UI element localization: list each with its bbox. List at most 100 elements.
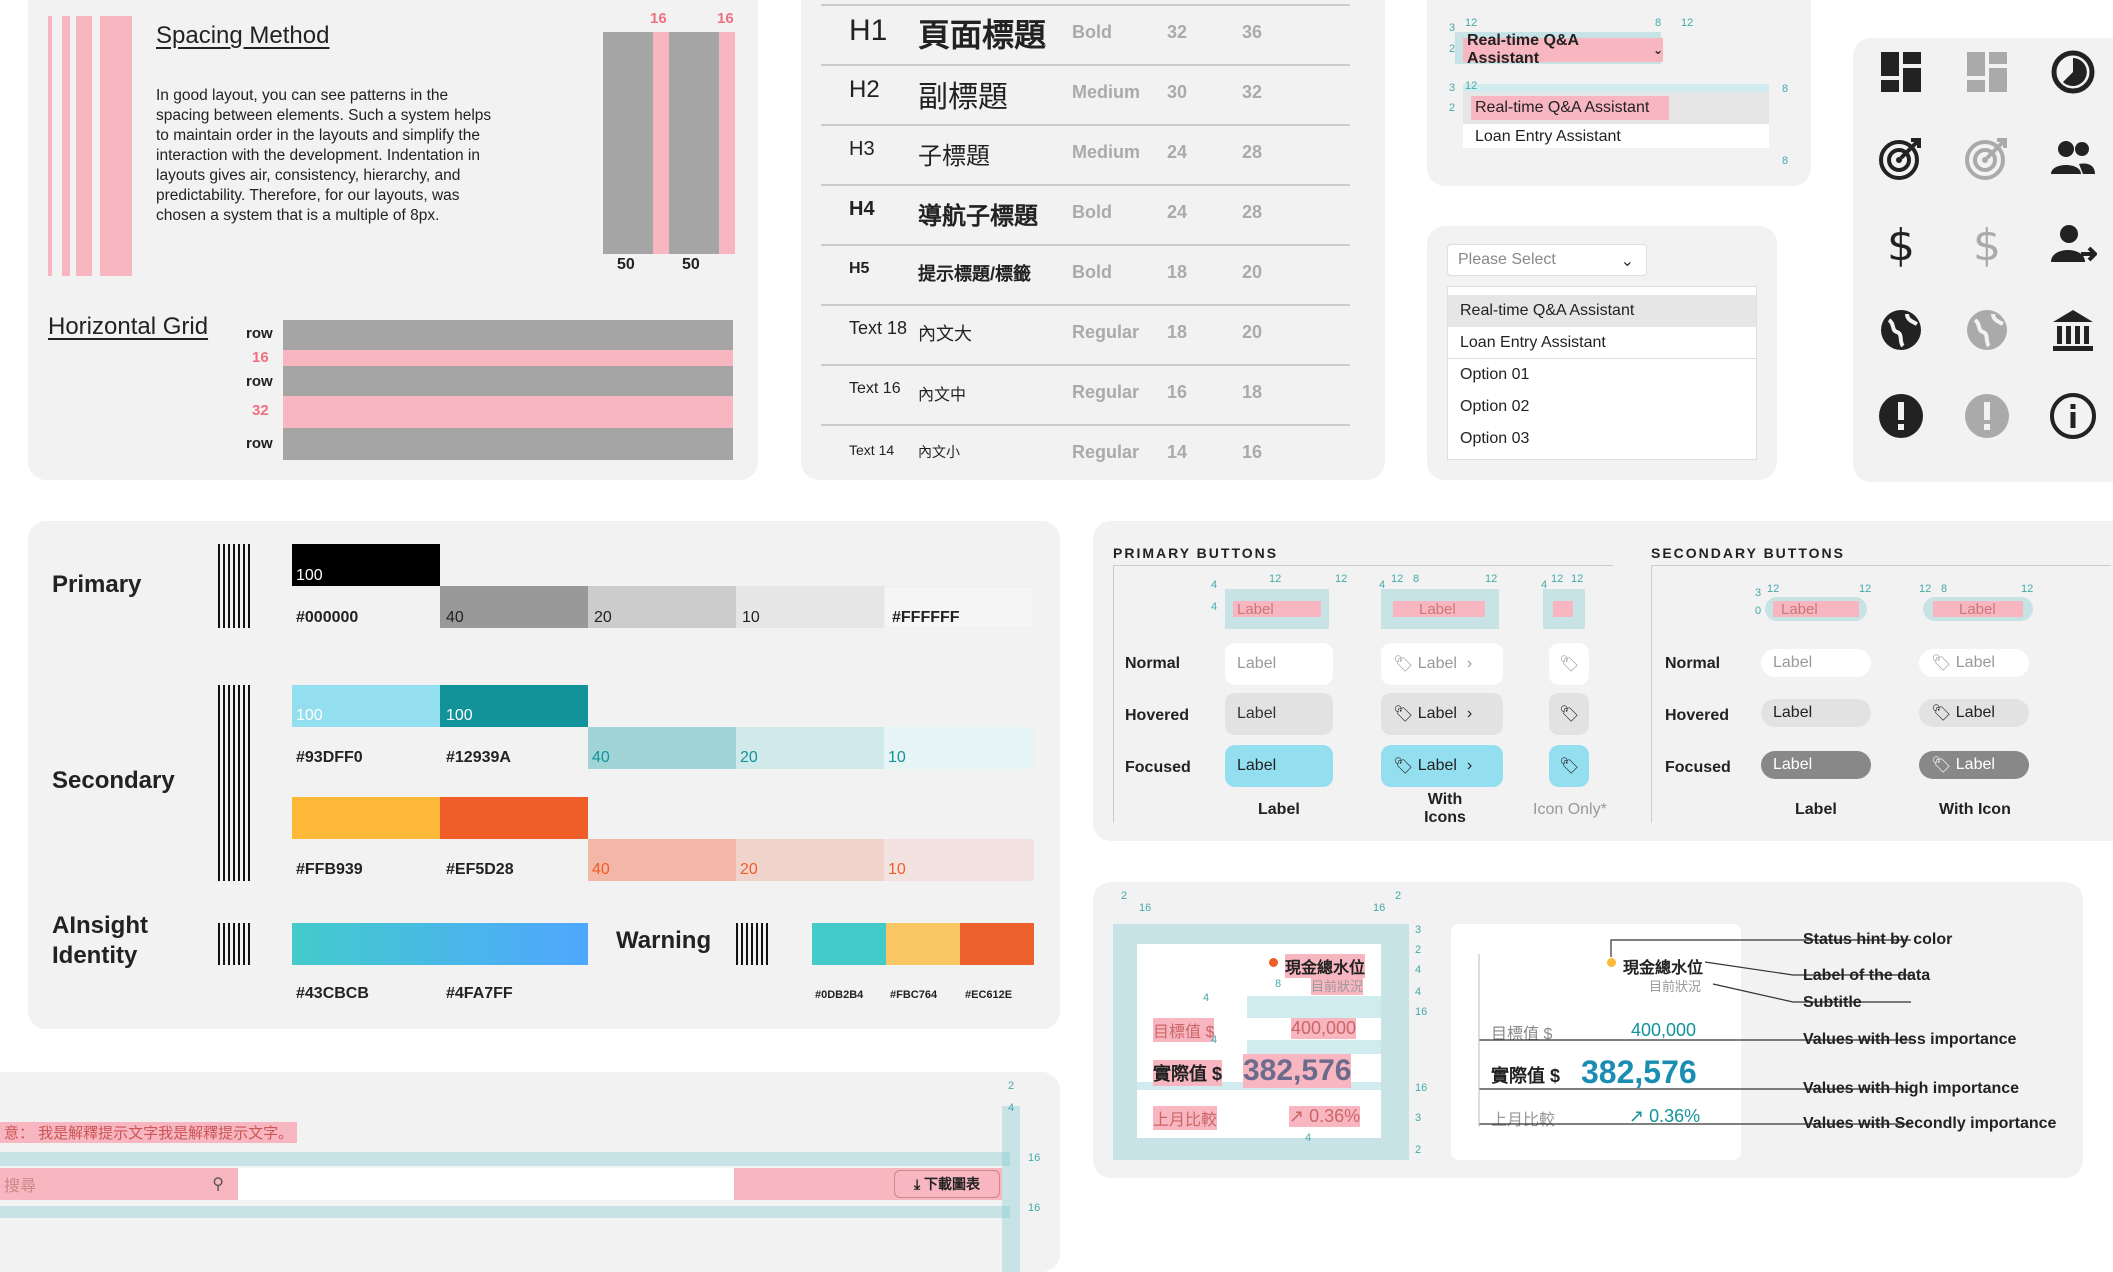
alert-outline-icon: [1963, 392, 2011, 440]
hgrid-title: Horizontal Grid: [48, 313, 209, 340]
secondary-button-normal[interactable]: Label: [1761, 649, 1871, 677]
table-spec-band: [0, 1206, 1010, 1218]
chevron-right-icon: ›: [1466, 757, 1473, 774]
identity-lines: [218, 923, 250, 965]
download-button[interactable]: ⤓ 下載圖表: [894, 1170, 1000, 1198]
primary-button-normal[interactable]: Label: [1225, 643, 1333, 685]
tag-icon: 🏷︎: [1559, 656, 1580, 673]
type-row: Text 18 內文大 Regular 18 20: [801, 304, 1385, 364]
warning-label: Warning: [616, 927, 712, 954]
icon-button-hovered[interactable]: 🏷︎ Label ›: [1381, 693, 1503, 735]
dim-label: 2: [1008, 1080, 1015, 1092]
hgrid-row: [283, 320, 733, 350]
annotation-lines: [1478, 939, 1911, 1127]
spacing-title: Spacing Method: [156, 22, 330, 49]
swatch-teal-40: [588, 727, 736, 769]
secondary-button-hovered[interactable]: Label: [1761, 699, 1871, 727]
icon-only-button-normal[interactable]: 🏷︎: [1549, 643, 1589, 685]
dim-label: 12: [1465, 80, 1478, 92]
type-row: H1 頁面標題 Bold 32 36: [801, 4, 1385, 64]
dropdown-option[interactable]: Loan Entry Assistant: [1475, 128, 1621, 146]
dim-label: 12: [1681, 17, 1694, 29]
icon-only-button-focused[interactable]: 🏷︎: [1549, 745, 1589, 787]
chevron-down-icon: ⌄: [1652, 43, 1663, 57]
identity-label: AInsight Identity: [52, 912, 148, 969]
type-weight: Bold: [1072, 202, 1112, 222]
type-tag: Text 16: [849, 380, 901, 397]
secondary-icon-button-label: Label: [1955, 756, 1995, 773]
swatch-warning-yellow: [886, 923, 960, 965]
dim-label: 8: [1413, 573, 1420, 585]
step-label: 20: [594, 609, 612, 626]
search-input[interactable]: 搜尋 ⚲: [0, 1168, 238, 1200]
dim-label: 3: [1755, 587, 1762, 599]
typography-card: H1 頁面標題 Bold 32 36 H2 副標題 Medium 30 32 H3 子標題 Medium…: [801, 0, 1385, 480]
type-line: 32: [1242, 82, 1263, 102]
divider: [821, 364, 1350, 366]
dim-label: 4: [1211, 579, 1218, 591]
dropdown-card: Please Select ⌄ Real-time Q&A Assistant …: [1427, 226, 1777, 480]
icon-button-label: Label: [1417, 655, 1457, 672]
hgrid-row: [283, 366, 733, 396]
select-placeholder: Please Select: [1458, 251, 1556, 268]
secondary-icon-button-focused[interactable]: 🏷︎ Label: [1919, 751, 2029, 779]
step-label: 10: [742, 609, 760, 626]
type-sample: 內文小: [918, 444, 960, 460]
column-label: With Icons: [1424, 791, 1466, 826]
hex-label: #93DFF0: [296, 749, 363, 766]
dollar-icon: $: [1877, 220, 1925, 268]
dim-label: 12: [1919, 583, 1932, 595]
select-option[interactable]: Real-time Q&A Assistant: [1448, 295, 1756, 327]
svg-text:$: $: [1887, 220, 1915, 268]
divider: [821, 424, 1350, 426]
dim-label: 3: [1449, 22, 1456, 34]
type-size: 14: [1167, 442, 1188, 462]
primary-button-hovered[interactable]: Label: [1225, 693, 1333, 735]
buttons-card: PRIMARY BUTTONS SECONDARY BUTTONS Normal…: [1093, 521, 2113, 841]
dropdown-pad: [1463, 84, 1769, 92]
icon-only-button-hovered[interactable]: 🏷︎: [1549, 693, 1589, 735]
primary-lines: [218, 544, 250, 628]
annotation: Subtitle: [1803, 994, 1862, 1011]
dropdown-option-highlight[interactable]: Real-time Q&A Assistant: [1471, 96, 1669, 120]
type-weight: Bold: [1072, 262, 1112, 282]
type-line: 20: [1242, 262, 1263, 282]
secondary-frame: [1651, 565, 2111, 823]
swatch-yellow: [292, 797, 440, 839]
type-sample: 內文中: [918, 387, 967, 404]
secondary-icon-button-label: Label: [1955, 654, 1995, 671]
select-input[interactable]: Please Select ⌄: [1447, 244, 1647, 276]
dropdown-selected[interactable]: Real-time Q&A Assistant ⌄: [1463, 32, 1663, 67]
icon-button-normal[interactable]: 🏷︎ Label ›: [1381, 643, 1503, 685]
secondary-button-focused[interactable]: Label: [1761, 751, 1871, 779]
annotation: Values with high importance: [1803, 1080, 2020, 1097]
select-option[interactable]: Option 03: [1448, 423, 1756, 455]
dim-label: 0: [1755, 605, 1762, 617]
icons-card: $ $: [1853, 38, 2113, 482]
type-weight: Regular: [1072, 382, 1140, 402]
primary-button-focused[interactable]: Label: [1225, 745, 1333, 787]
download-icon: ⤓: [913, 1175, 925, 1192]
icon-button-focused[interactable]: 🏷︎ Label ›: [1381, 745, 1503, 787]
spacing-body: In good layout, you can see patterns in …: [156, 87, 492, 224]
type-size: 18: [1167, 262, 1188, 282]
secondary-icon-button-label: Label: [1955, 704, 1995, 721]
type-sample: 副標題: [918, 81, 1008, 114]
hgrid-label: row: [246, 373, 273, 390]
type-row: H4 導航子標題 Bold 24 28: [801, 184, 1385, 244]
type-row: Text 14 內文小 Regular 14 16: [801, 424, 1385, 480]
hex-label: #0DB2B4: [815, 989, 864, 1001]
secondary-icon-button-normal[interactable]: 🏷︎ Label: [1919, 649, 2029, 677]
select-option[interactable]: Option 01: [1448, 359, 1756, 391]
select-option[interactable]: Option 02: [1448, 391, 1756, 423]
step-label: 100: [446, 707, 473, 724]
hex-label: #43CBCB: [296, 985, 369, 1002]
type-weight: Medium: [1072, 82, 1141, 102]
step-label: 40: [592, 861, 610, 878]
select-option[interactable]: Loan Entry Assistant: [1448, 327, 1756, 359]
type-weight: Medium: [1072, 142, 1141, 162]
select-list: Real-time Q&A Assistant Loan Entry Assis…: [1447, 286, 1757, 460]
hgrid-label: 16: [252, 349, 269, 366]
column-label: Icon Only*: [1533, 801, 1607, 818]
secondary-icon-button-hovered[interactable]: 🏷︎ Label: [1919, 699, 2029, 727]
